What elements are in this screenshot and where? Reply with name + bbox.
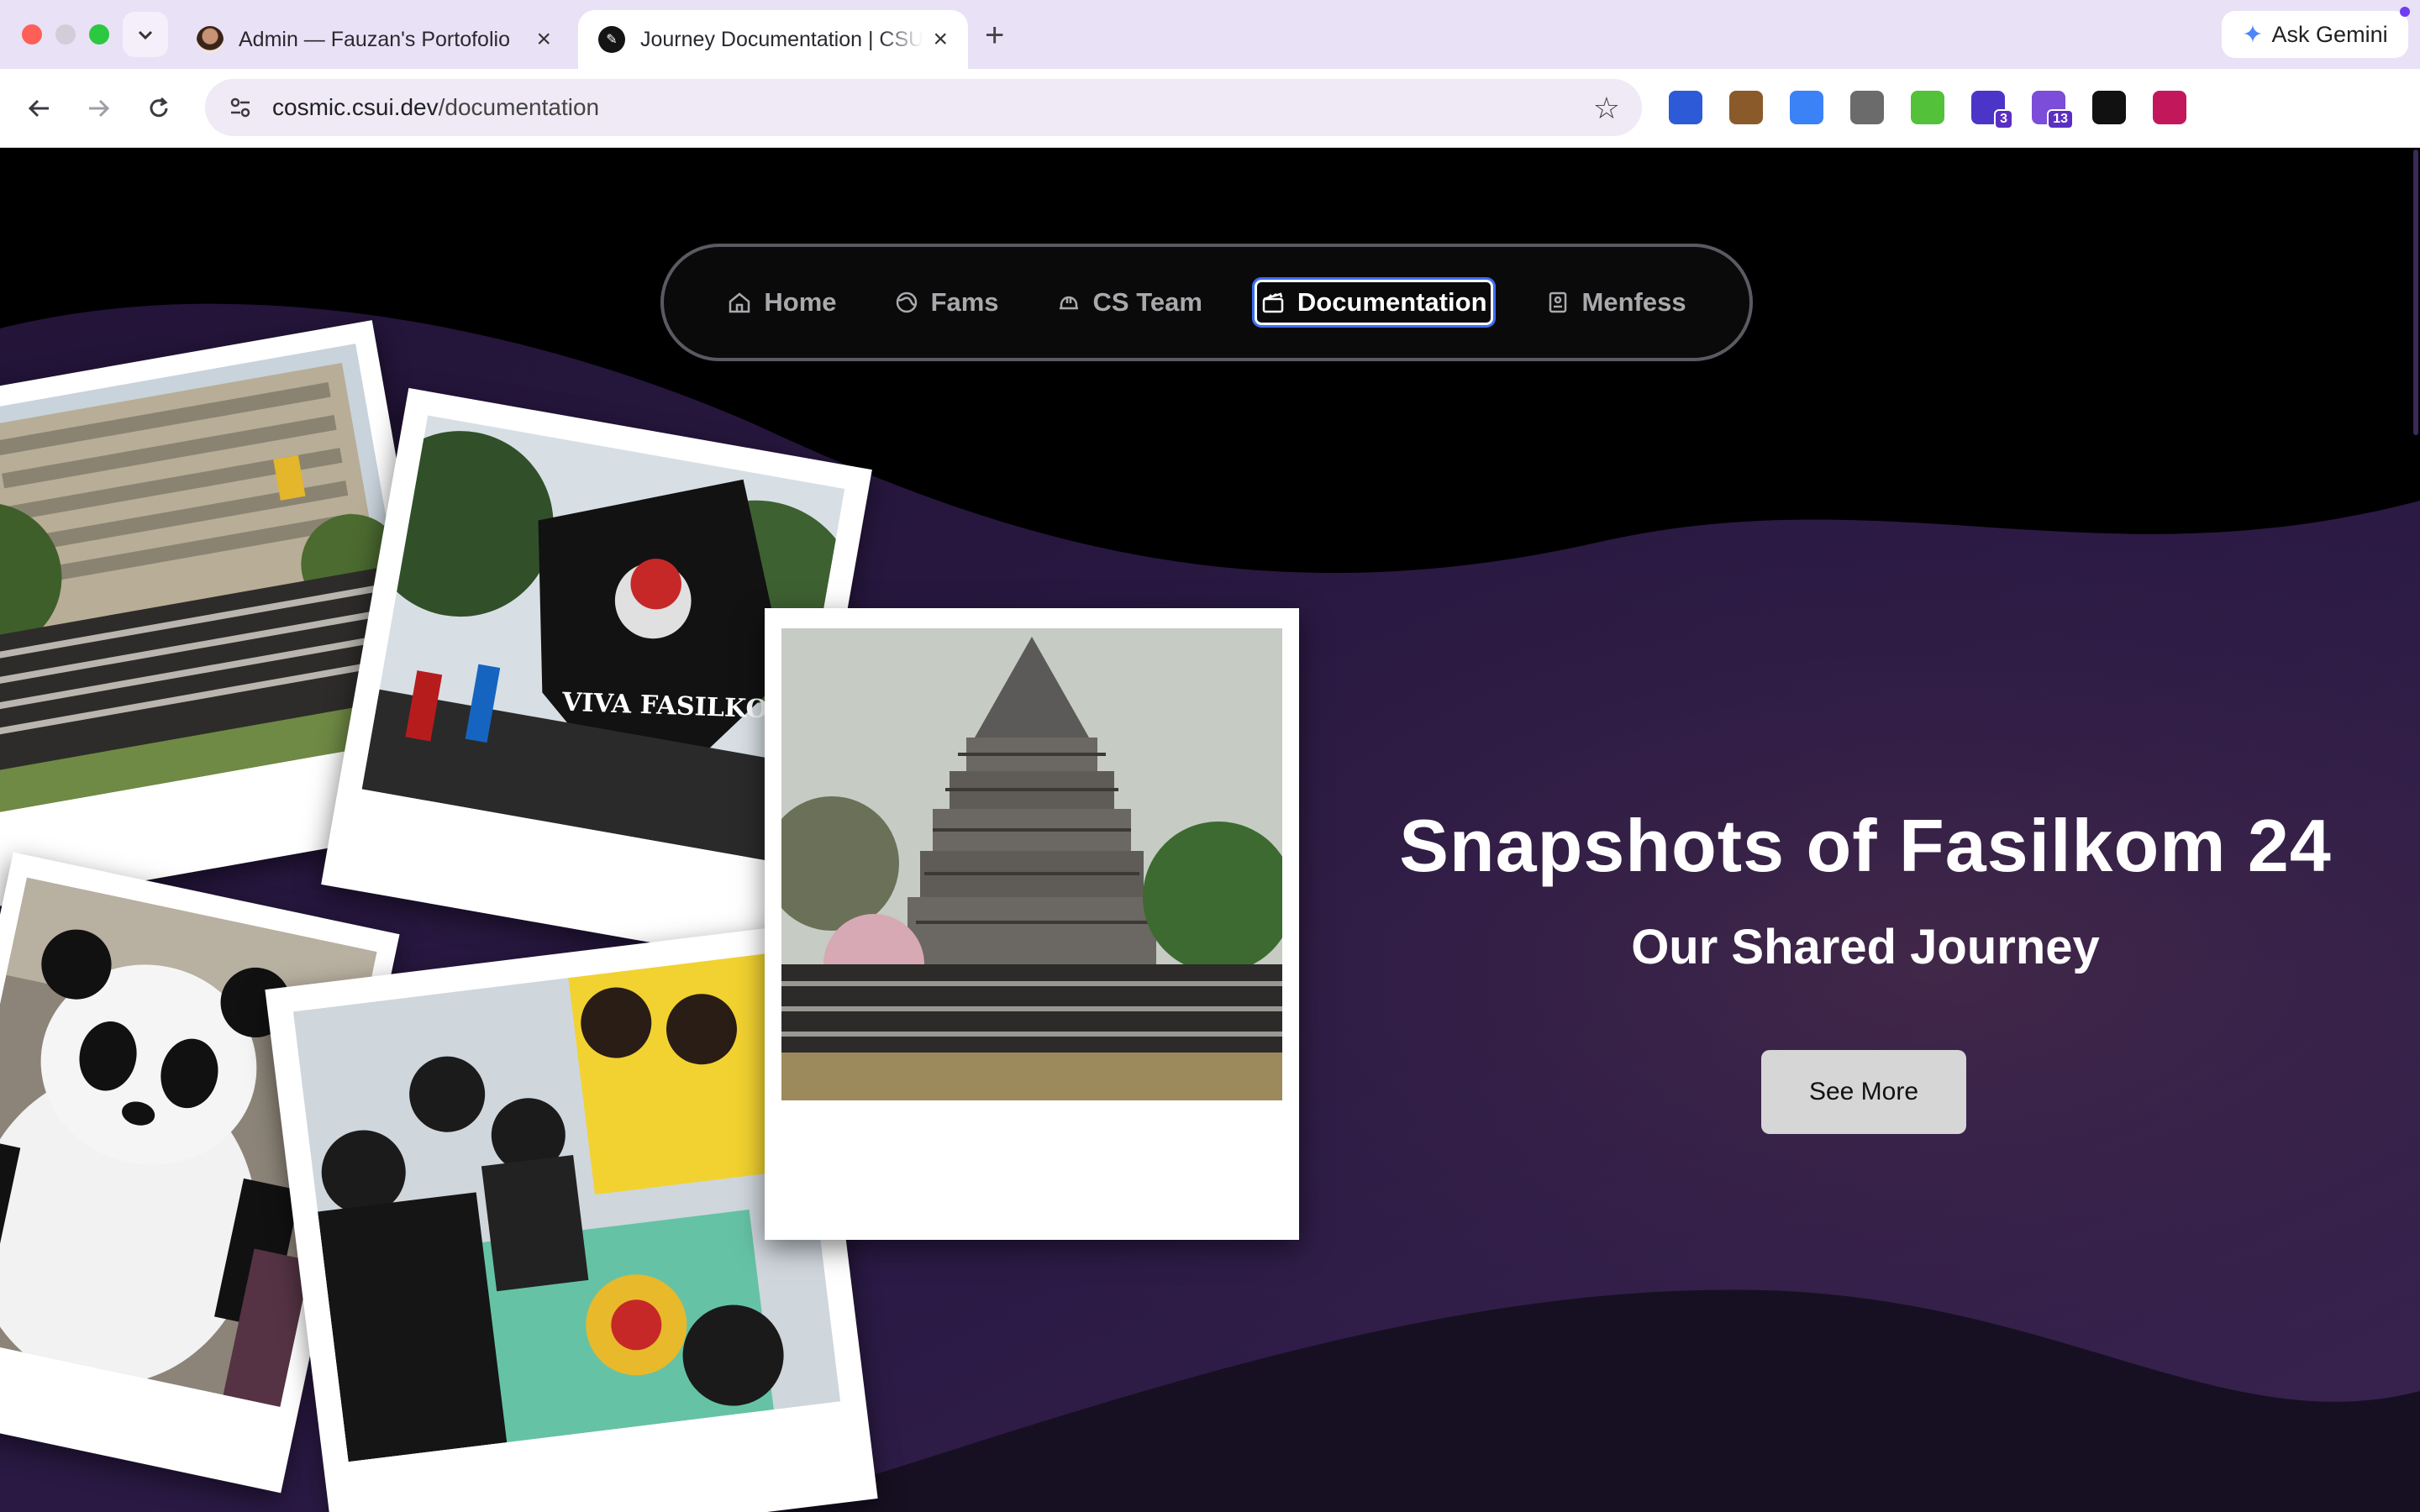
extension-7-icon[interactable]: 13 [2032,91,2074,129]
clapperboard-icon [1262,292,1284,313]
photo-rectorate-tower-crowd [781,628,1282,1100]
ask-gemini-button[interactable]: ✦ Ask Gemini [2222,11,2408,58]
close-tab-icon[interactable]: × [933,25,948,54]
extension-badge: 3 [1994,109,2013,129]
photo-students-gathering [292,951,841,1462]
notification-dot [2400,7,2410,17]
page-scrollbar[interactable] [2413,150,2418,435]
browser-toolbar: cosmic.csui.dev/documentation ☆ 313 ⋮ [0,69,2420,195]
url-host: cosmic.csui.dev [272,94,439,120]
globe-icon [896,291,917,313]
reload-icon [150,97,168,118]
address-bar[interactable]: cosmic.csui.dev/documentation ☆ [205,79,1642,136]
extension-5-icon[interactable] [1911,91,1944,124]
site-settings-icon[interactable] [224,91,257,124]
site-navbar: Home Fams CS Team Documentation Menfess [660,244,1753,361]
back-button[interactable] [18,87,60,129]
chevron-down-icon [138,30,153,40]
extension-1-icon[interactable] [1669,91,1702,124]
nav-fams[interactable]: Fams [889,281,1004,324]
extension-badge: 13 [2047,109,2074,129]
ublock-extension-icon[interactable] [2153,91,2186,124]
tab-journey-documentation[interactable]: ✎ Journey Documentation | CSUI × [578,10,968,69]
bookmark-star-icon[interactable]: ☆ [1593,91,1620,126]
nav-cs-team-label: CS Team [1092,287,1202,317]
nav-fams-label: Fams [930,287,999,317]
tab-admin-portfolio[interactable]: Admin — Fauzan's Portofolio × [176,10,571,69]
nav-home[interactable]: Home [722,281,841,324]
cookie-extension-icon[interactable] [1729,91,1763,124]
url-text: cosmic.csui.dev/documentation [272,94,599,121]
home-icon [729,292,750,313]
tab-title: Admin — Fauzan's Portofolio [239,27,510,51]
nav-documentation[interactable]: Documentation [1254,280,1493,325]
extension-6-icon[interactable]: 3 [1971,91,2013,129]
see-more-button[interactable]: See More [1761,1050,1966,1134]
nav-documentation-label: Documentation [1297,287,1487,317]
forward-button[interactable] [77,87,119,129]
extension-4-icon[interactable] [1850,91,1884,124]
nav-cs-team[interactable]: CS Team [1051,281,1207,324]
tab-title: Journey Documentation | CSUI [640,27,923,51]
minimize-window-button[interactable] [55,24,76,45]
tab-search-button[interactable] [123,12,168,57]
gemini-sparkle-icon: ✦ [2242,20,2264,49]
csui-favicon-icon: ✎ [598,26,625,53]
maximize-window-button[interactable] [89,24,109,45]
new-tab-button[interactable]: + [985,17,1004,55]
close-tab-icon[interactable]: × [536,25,551,54]
nav-home-label: Home [764,287,837,317]
arrow-right-icon [89,99,110,118]
tab-strip: Admin — Fauzan's Portofolio × ✎ Journey … [0,0,2420,69]
reload-button[interactable] [138,87,180,129]
polaroid-rectorate-tower [765,608,1299,1240]
url-path: /documentation [438,94,600,120]
hard-hat-icon [1059,296,1078,310]
extension-3-icon[interactable] [1790,91,1823,124]
ask-gemini-label: Ask Gemini [2271,21,2388,47]
close-window-button[interactable] [22,24,42,45]
arrow-left-icon [28,99,49,118]
documentation-page: Home Fams CS Team Documentation Menfess [0,148,2420,1512]
extension-8-icon[interactable] [2092,91,2126,124]
message-card-icon [1549,291,1566,313]
hero-title: Snapshots of Fasilkom 24 [1399,804,2332,887]
hero-subtitle: Our Shared Journey [1631,920,2100,974]
portfolio-favicon-icon [197,26,224,53]
nav-menfess[interactable]: Menfess [1540,281,1691,324]
nav-menfess-label: Menfess [1581,287,1686,317]
